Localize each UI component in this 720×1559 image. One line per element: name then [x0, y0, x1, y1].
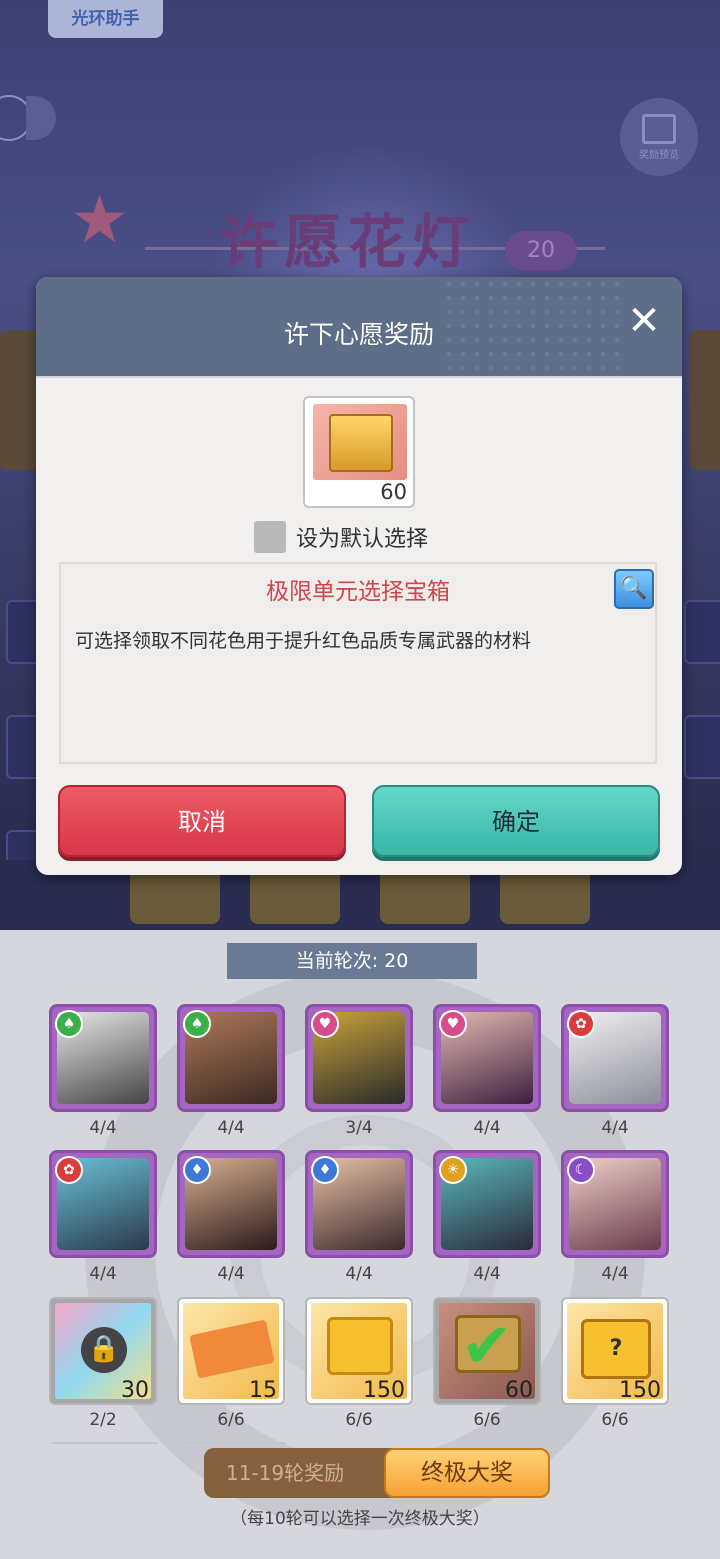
reward-panel: 当前轮次: 20 ♠ ♠ ♥ ♥ ✿ 4/4 4/4 3/4 4/4 4/4 ✿…: [0, 930, 720, 1559]
hero-count: 4/4: [345, 1264, 373, 1284]
moon-icon: ☾: [567, 1156, 595, 1184]
hero-count: 3/4: [345, 1118, 373, 1138]
item-count: 60: [380, 480, 407, 504]
diamond-icon: ♦: [311, 1156, 339, 1184]
flower-icon: ✿: [55, 1156, 83, 1184]
reward-count: 6/6: [217, 1410, 245, 1430]
close-icon[interactable]: ✕: [626, 301, 662, 341]
hero-card[interactable]: ♦: [305, 1150, 413, 1258]
default-choice-label: 设为默认选择: [296, 527, 429, 552]
gift-icon: [642, 113, 676, 144]
heart-icon: ♥: [439, 1010, 467, 1038]
lock-icon: 🔒: [81, 1327, 127, 1373]
default-choice[interactable]: 设为默认选择: [254, 521, 428, 553]
hero-card[interactable]: ✿: [49, 1150, 157, 1258]
star-icon: ★: [70, 181, 130, 258]
ultimate-hint: （每10轮可以选择一次终极大奖）: [230, 1509, 490, 1529]
dialog-title: 许下心愿奖励: [283, 320, 434, 349]
hero-card[interactable]: ♦: [177, 1150, 285, 1258]
wish-reward-dialog: 许下心愿奖励 ✕ 60 设为默认选择 极限单元选择宝箱 🔍 可选择领取不同花色用…: [36, 277, 682, 875]
dialog-header: 许下心愿奖励 ✕: [36, 277, 682, 378]
cancel-button[interactable]: 取消: [58, 785, 346, 857]
reward-count: 2/2: [89, 1410, 117, 1430]
reward-count: 6/6: [473, 1410, 501, 1430]
ticket-reward[interactable]: 15: [177, 1297, 285, 1405]
hero-count: 4/4: [473, 1264, 501, 1284]
hero-count: 4/4: [217, 1118, 245, 1138]
hero-card[interactable]: ✿: [561, 1004, 669, 1112]
item-description: 可选择领取不同花色用于提升红色品质专属武器的材料: [75, 630, 532, 652]
event-title: 许愿花灯: [220, 208, 477, 276]
reward-tabs: 11-19轮奖励 终极大奖: [204, 1448, 550, 1498]
confirm-button[interactable]: 确定: [372, 785, 660, 857]
current-round: 当前轮次: 20: [227, 943, 477, 979]
hero-card[interactable]: ♥: [433, 1004, 541, 1112]
locked-reward[interactable]: 🔒 30: [49, 1297, 157, 1405]
reward-count: 6/6: [345, 1410, 373, 1430]
gold-chest-icon: [327, 1317, 393, 1375]
magnifier-icon[interactable]: 🔍: [614, 569, 654, 609]
spade-icon: ♠: [55, 1010, 83, 1038]
gold-chest-reward[interactable]: 150: [305, 1297, 413, 1405]
menu-button[interactable]: [26, 96, 56, 140]
checkmark-icon: ✔: [461, 1309, 513, 1382]
reward-item[interactable]: 60: [303, 396, 415, 508]
reward-count: 6/6: [601, 1410, 629, 1430]
assistant-tab[interactable]: 光环助手: [48, 0, 163, 38]
hero-count: 4/4: [601, 1264, 629, 1284]
hero-card[interactable]: ♥: [305, 1004, 413, 1112]
hero-card[interactable]: ♠: [49, 1004, 157, 1112]
hero-count: 4/4: [601, 1118, 629, 1138]
hero-count: 4/4: [89, 1264, 117, 1284]
hero-card[interactable]: ☀: [433, 1150, 541, 1258]
default-choice-checkbox[interactable]: [254, 521, 286, 553]
event-banner: ★ 许愿花灯 20: [60, 181, 605, 276]
mystery-chest-reward[interactable]: ? 150: [561, 1297, 669, 1405]
diamond-icon: ♦: [183, 1156, 211, 1184]
mystery-box-icon: ?: [581, 1319, 651, 1379]
chest-icon: [329, 414, 393, 472]
event-round-badge: 20: [505, 231, 577, 271]
hero-count: 4/4: [89, 1118, 117, 1138]
item-name: 极限单元选择宝箱: [266, 579, 450, 605]
item-description-box: 极限单元选择宝箱 🔍 可选择领取不同花色用于提升红色品质专属武器的材料: [59, 562, 657, 764]
tab-ultimate-prize[interactable]: 终极大奖: [384, 1448, 550, 1498]
heart-icon: ♥: [311, 1010, 339, 1038]
hero-card[interactable]: ♠: [177, 1004, 285, 1112]
selected-chest-reward[interactable]: ✔ 60: [433, 1297, 541, 1405]
flower-icon: ✿: [567, 1010, 595, 1038]
tab-round-rewards[interactable]: 11-19轮奖励: [226, 1448, 344, 1498]
hero-count: 4/4: [473, 1118, 501, 1138]
hero-count: 4/4: [217, 1264, 245, 1284]
sun-icon: ☀: [439, 1156, 467, 1184]
gift-button[interactable]: 奖励预览: [620, 98, 698, 176]
hero-card[interactable]: ☾: [561, 1150, 669, 1258]
spade-icon: ♠: [183, 1010, 211, 1038]
